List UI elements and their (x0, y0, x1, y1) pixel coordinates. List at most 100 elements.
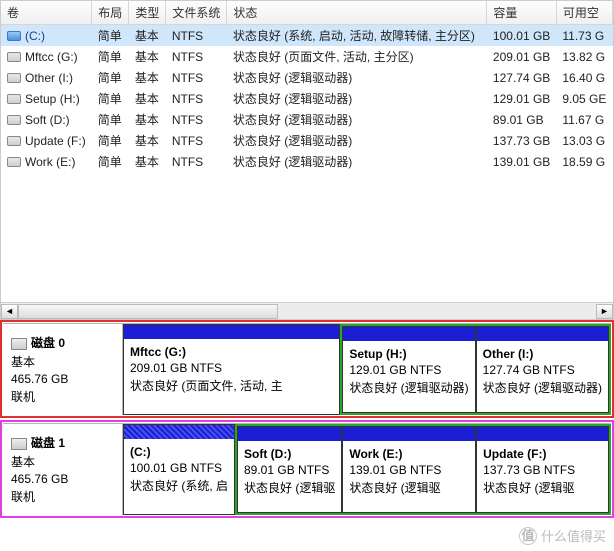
table-row[interactable]: Mftcc (G:)简单基本NTFS状态良好 (页面文件, 活动, 主分区)20… (1, 46, 613, 67)
table-row[interactable]: (C:)简单基本NTFS状态良好 (系统, 启动, 活动, 故障转储, 主分区)… (1, 25, 613, 47)
watermark-icon: 值 (519, 527, 537, 545)
table-row[interactable]: Work (E:)简单基本NTFS状态良好 (逻辑驱动器)139.01 GB18… (1, 151, 613, 172)
partition-info: 127.74 GB NTFS (483, 363, 602, 377)
cell-type: 基本 (129, 130, 166, 151)
cell-status: 状态良好 (页面文件, 活动, 主分区) (227, 46, 487, 67)
disk1-frame: 磁盘 1 基本 465.76 GB 联机 (C:) 100.01 GB NTFS… (0, 420, 614, 518)
col-fs[interactable]: 文件系统 (166, 1, 227, 25)
disk0-frame: 磁盘 0 基本 465.76 GB 联机 Mftcc (G:) 209.01 G… (0, 320, 614, 418)
disk0-status: 联机 (11, 388, 114, 405)
disk1-title: 磁盘 1 (31, 436, 65, 450)
disk1-size: 465.76 GB (11, 472, 114, 486)
partition-name: Other (I:) (483, 347, 602, 361)
cell-layout: 简单 (92, 130, 129, 151)
col-type[interactable]: 类型 (129, 1, 166, 25)
watermark-text: 什么值得买 (541, 526, 606, 545)
cell-fs: NTFS (166, 88, 227, 109)
table-row[interactable]: Soft (D:)简单基本NTFS状态良好 (逻辑驱动器)89.01 GB11.… (1, 109, 613, 130)
cell-capacity: 127.74 GB (487, 67, 556, 88)
volume-icon (7, 94, 21, 104)
partition-name: Setup (H:) (349, 347, 468, 361)
cell-free: 13.82 G (556, 46, 612, 67)
cell-layout: 简单 (92, 46, 129, 67)
scroll-right-icon[interactable]: ► (596, 304, 613, 319)
cell-free: 9.05 GE (556, 88, 612, 109)
disk-row-0[interactable]: 磁盘 0 基本 465.76 GB 联机 Mftcc (G:) 209.01 G… (3, 323, 611, 415)
table-row[interactable]: Setup (H:)简单基本NTFS状态良好 (逻辑驱动器)129.01 GB9… (1, 88, 613, 109)
partition-bar (124, 425, 234, 439)
partition-status: 状态良好 (逻辑驱 (483, 479, 602, 496)
disk0-label: 磁盘 0 基本 465.76 GB 联机 (3, 324, 123, 415)
partition-status: 状态良好 (逻辑驱 (244, 479, 335, 496)
cell-capacity: 139.01 GB (487, 151, 556, 172)
cell-status: 状态良好 (逻辑驱动器) (227, 151, 487, 172)
partition-bar (124, 325, 339, 339)
volume-name: Mftcc (G:) (25, 50, 78, 64)
volume-table: 卷 布局 类型 文件系统 状态 容量 可用空 (C:)简单基本NTFS状态良好 … (0, 0, 614, 320)
partition-info: 139.01 GB NTFS (349, 463, 469, 477)
cell-fs: NTFS (166, 109, 227, 130)
disk0-type: 基本 (11, 353, 114, 370)
volume-icon (7, 52, 21, 62)
scroll-thumb[interactable] (18, 304, 278, 319)
volume-icon (7, 157, 21, 167)
volume-icon (7, 73, 21, 83)
cell-layout: 简单 (92, 109, 129, 130)
volume-name: Work (E:) (25, 155, 75, 169)
partition-name: Work (E:) (349, 447, 469, 461)
partition-update[interactable]: Update (F:) 137.73 GB NTFS 状态良好 (逻辑驱 (476, 426, 609, 513)
col-capacity[interactable]: 容量 (487, 1, 556, 25)
volume-name: Update (F:) (25, 134, 86, 148)
partition-info: 209.01 GB NTFS (130, 361, 333, 375)
scroll-left-icon[interactable]: ◄ (1, 304, 18, 319)
cell-layout: 简单 (92, 25, 129, 47)
cell-capacity: 89.01 GB (487, 109, 556, 130)
partition-status: 状态良好 (逻辑驱动器) (349, 379, 468, 396)
cell-free: 18.59 G (556, 151, 612, 172)
partition-status: 状态良好 (逻辑驱 (349, 479, 469, 496)
partition-soft[interactable]: Soft (D:) 89.01 GB NTFS 状态良好 (逻辑驱 (237, 426, 342, 513)
cell-status: 状态良好 (逻辑驱动器) (227, 109, 487, 130)
disk1-label: 磁盘 1 基本 465.76 GB 联机 (3, 424, 123, 515)
partition-setup[interactable]: Setup (H:) 129.01 GB NTFS 状态良好 (逻辑驱动器) (342, 326, 475, 413)
volume-name: Other (I:) (25, 71, 73, 85)
cell-capacity: 209.01 GB (487, 46, 556, 67)
cell-type: 基本 (129, 67, 166, 88)
cell-status: 状态良好 (逻辑驱动器) (227, 88, 487, 109)
scroll-track[interactable] (18, 304, 596, 319)
col-layout[interactable]: 布局 (92, 1, 129, 25)
col-volume[interactable]: 卷 (1, 1, 92, 25)
header-row[interactable]: 卷 布局 类型 文件系统 状态 容量 可用空 (1, 1, 613, 25)
disk-row-1[interactable]: 磁盘 1 基本 465.76 GB 联机 (C:) 100.01 GB NTFS… (3, 423, 611, 515)
cell-type: 基本 (129, 25, 166, 47)
disk-icon (11, 338, 27, 350)
cell-free: 11.67 G (556, 109, 612, 130)
partition-mftcc[interactable]: Mftcc (G:) 209.01 GB NTFS 状态良好 (页面文件, 活动… (123, 324, 340, 415)
partition-status: 状态良好 (页面文件, 活动, 主 (130, 377, 333, 394)
cell-status: 状态良好 (系统, 启动, 活动, 故障转储, 主分区) (227, 25, 487, 47)
partition-bar (343, 427, 475, 441)
partition-work[interactable]: Work (E:) 139.01 GB NTFS 状态良好 (逻辑驱 (342, 426, 476, 513)
cell-fs: NTFS (166, 130, 227, 151)
col-free[interactable]: 可用空 (556, 1, 612, 25)
volume-name: Setup (H:) (25, 92, 80, 106)
partition-info: 129.01 GB NTFS (349, 363, 468, 377)
cell-capacity: 129.01 GB (487, 88, 556, 109)
cell-free: 13.03 G (556, 130, 612, 151)
partition-other[interactable]: Other (I:) 127.74 GB NTFS 状态良好 (逻辑驱动器) (476, 326, 609, 413)
cell-layout: 简单 (92, 67, 129, 88)
disk-icon (11, 438, 27, 450)
table-row[interactable]: Update (F:)简单基本NTFS状态良好 (逻辑驱动器)137.73 GB… (1, 130, 613, 151)
col-status[interactable]: 状态 (227, 1, 487, 25)
horizontal-scrollbar[interactable]: ◄ ► (1, 302, 613, 319)
partition-bar (343, 327, 474, 341)
partition-info: 100.01 GB NTFS (130, 461, 228, 475)
partition-name: Soft (D:) (244, 447, 335, 461)
disk0-size: 465.76 GB (11, 372, 114, 386)
cell-free: 16.40 G (556, 67, 612, 88)
partition-c[interactable]: (C:) 100.01 GB NTFS 状态良好 (系统, 启 (123, 424, 235, 515)
cell-type: 基本 (129, 46, 166, 67)
table-row[interactable]: Other (I:)简单基本NTFS状态良好 (逻辑驱动器)127.74 GB1… (1, 67, 613, 88)
partition-bar (477, 427, 608, 441)
cell-status: 状态良好 (逻辑驱动器) (227, 67, 487, 88)
